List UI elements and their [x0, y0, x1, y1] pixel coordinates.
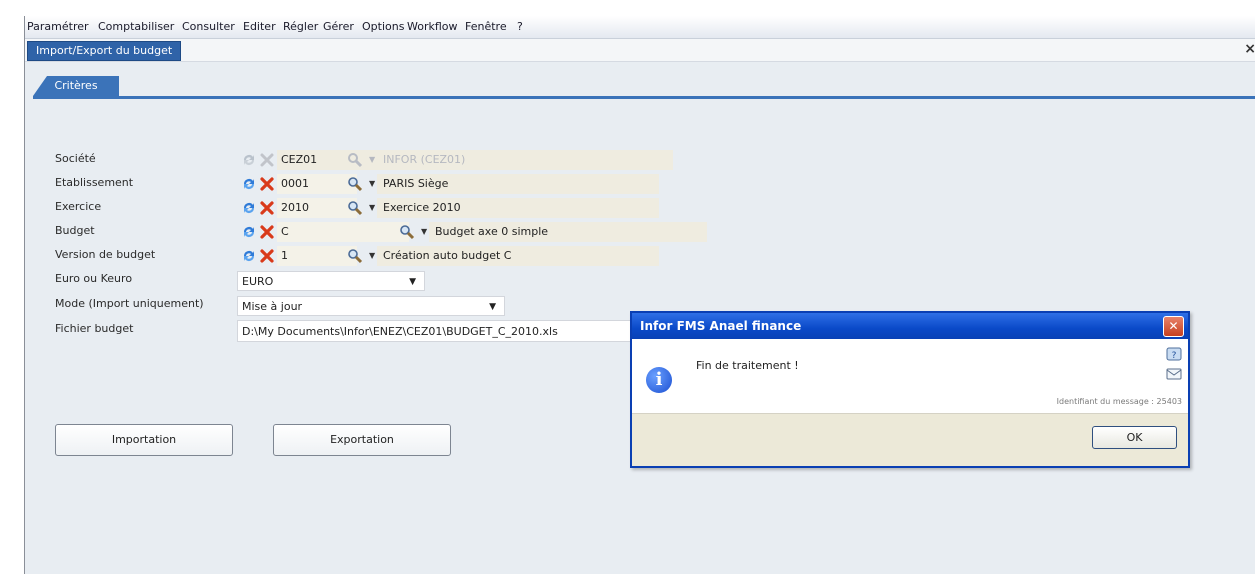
- chevron-down-icon[interactable]: ▼: [421, 227, 427, 236]
- label-societe: Société: [55, 152, 96, 165]
- search-icon[interactable]: [399, 224, 415, 240]
- svg-text:?: ?: [1172, 351, 1177, 361]
- importation-button[interactable]: Importation: [55, 424, 233, 456]
- search-icon: [348, 153, 363, 168]
- ok-button[interactable]: OK: [1092, 426, 1177, 449]
- menu-workflow[interactable]: Workflow: [407, 20, 458, 33]
- label-euro-keuro: Euro ou Keuro: [55, 272, 133, 285]
- help-icon[interactable]: ?: [1166, 347, 1182, 361]
- label-exercice: Exercice: [55, 200, 102, 213]
- exportation-button[interactable]: Exportation: [273, 424, 451, 456]
- tab-criteres[interactable]: Critères: [33, 76, 119, 96]
- label-version-budget: Version de budget: [55, 248, 156, 261]
- menu-editer[interactable]: Editer: [243, 20, 276, 33]
- clear-icon: [260, 153, 274, 167]
- search-icon[interactable]: [347, 200, 363, 216]
- clear-icon[interactable]: [259, 224, 275, 240]
- info-icon: i: [646, 367, 672, 393]
- screen-edge: [0, 0, 24, 574]
- tab-import-export-budget[interactable]: Import/Export du budget: [27, 41, 182, 61]
- budget-description: Budget axe 0 simple: [429, 222, 707, 242]
- menu-regler[interactable]: Régler: [283, 20, 318, 33]
- label-etablissement: Etablissement: [55, 176, 134, 189]
- budget-code-value: C: [281, 225, 289, 238]
- menu-fenetre[interactable]: Fenêtre: [465, 20, 507, 33]
- dialog-separator: [632, 413, 1188, 414]
- exercice-code-field[interactable]: 2010: [277, 198, 357, 218]
- exercice-code-value: 2010: [281, 201, 309, 214]
- refresh-icon[interactable]: [241, 224, 257, 240]
- close-icon[interactable]: ✕: [1163, 316, 1184, 337]
- refresh-icon: [244, 155, 254, 165]
- version-desc-value: Création auto budget C: [383, 249, 512, 262]
- mode-select-value: Mise à jour: [242, 300, 303, 313]
- societe-description: INFOR (CEZ01): [377, 150, 673, 170]
- search-icon[interactable]: [347, 248, 363, 264]
- clear-icon[interactable]: [259, 248, 275, 264]
- close-icon[interactable]: ×: [1244, 41, 1255, 57]
- version-code-value: 1: [281, 249, 288, 262]
- menu-gerer[interactable]: Gérer: [323, 20, 354, 33]
- chevron-down-icon[interactable]: ▼: [369, 179, 375, 188]
- clear-icon[interactable]: [259, 200, 275, 216]
- refresh-icon[interactable]: [241, 248, 257, 264]
- societe-code-value: CEZ01: [281, 153, 318, 166]
- exercice-description: Exercice 2010: [377, 198, 659, 218]
- chevron-down-icon[interactable]: ▼: [409, 272, 416, 292]
- dialog-body: i Fin de traitement ! ? Identifiant du m…: [632, 339, 1188, 413]
- tab-underline: [33, 96, 1255, 99]
- clear-icon[interactable]: [259, 176, 275, 192]
- fichier-budget-input[interactable]: D:\My Documents\Infor\ENEZ\CEZ01\BUDGET_…: [237, 320, 635, 342]
- etablissement-description: PARIS Siège: [377, 174, 659, 194]
- menu-comptabiliser[interactable]: Comptabiliser: [98, 20, 174, 33]
- version-description: Création auto budget C: [377, 246, 659, 266]
- chevron-down-icon[interactable]: ▼: [489, 297, 496, 317]
- message-identifier: Identifiant du message : 25403: [1056, 397, 1182, 406]
- label-budget: Budget: [55, 224, 95, 237]
- chevron-down-icon: ▼: [369, 155, 376, 164]
- budget-code-field[interactable]: C: [277, 222, 409, 242]
- euro-select-value: EURO: [242, 275, 274, 288]
- dialog-message: Fin de traitement !: [696, 359, 799, 372]
- label-fichier-budget: Fichier budget: [55, 322, 134, 335]
- chevron-down-icon[interactable]: ▼: [369, 203, 375, 212]
- budget-desc-value: Budget axe 0 simple: [435, 225, 549, 238]
- search-icon[interactable]: [347, 176, 363, 192]
- message-dialog: Infor FMS Anael finance ✕ i Fin de trait…: [630, 311, 1190, 468]
- menu-help[interactable]: ?: [517, 20, 523, 33]
- menu-parametrer[interactable]: Paramétrer: [27, 20, 89, 33]
- menu-consulter[interactable]: Consulter: [182, 20, 235, 33]
- chevron-down-icon[interactable]: ▼: [369, 251, 375, 260]
- societe-desc-value: INFOR (CEZ01): [383, 153, 466, 166]
- mail-icon[interactable]: [1166, 367, 1182, 381]
- etablissement-code-value: 0001: [281, 177, 309, 190]
- menu-options[interactable]: Options: [362, 20, 404, 33]
- refresh-icon[interactable]: [241, 200, 257, 216]
- fichier-budget-value: D:\My Documents\Infor\ENEZ\CEZ01\BUDGET_…: [242, 325, 558, 338]
- refresh-icon[interactable]: [241, 176, 257, 192]
- etablissement-desc-value: PARIS Siège: [383, 177, 449, 190]
- mode-select[interactable]: Mise à jour ▼: [237, 296, 505, 316]
- version-code-field[interactable]: 1: [277, 246, 357, 266]
- document-tab-bar: Import/Export du budget ×: [25, 39, 1255, 62]
- criteria-tab-bar: Critères: [25, 62, 1255, 99]
- application-frame: Paramétrer Comptabiliser Consulter Edite…: [24, 16, 1255, 574]
- menu-bar: Paramétrer Comptabiliser Consulter Edite…: [25, 16, 1255, 39]
- euro-select[interactable]: EURO ▼: [237, 271, 425, 291]
- etablissement-code-field[interactable]: 0001: [277, 174, 357, 194]
- dialog-title: Infor FMS Anael finance: [632, 313, 1188, 339]
- label-mode: Mode (Import uniquement): [55, 297, 204, 310]
- exercice-desc-value: Exercice 2010: [383, 201, 461, 214]
